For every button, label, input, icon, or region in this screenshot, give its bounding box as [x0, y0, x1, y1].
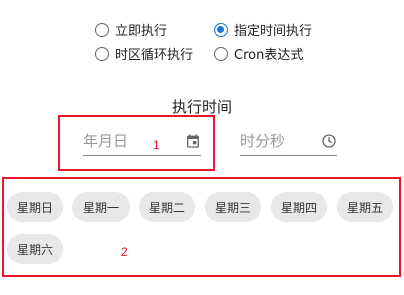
annotation-box-2 [2, 177, 401, 277]
radio-cron[interactable]: Cron表达式 [214, 44, 303, 63]
calendar-icon[interactable] [185, 133, 201, 149]
radio-immediate[interactable]: 立即执行 [95, 20, 167, 39]
radio-timezone-loop[interactable]: 时区循环执行 [95, 44, 193, 63]
time-input[interactable]: 时分秒 [240, 126, 337, 156]
radio-circle [95, 22, 109, 37]
chip-thursday[interactable]: 星期四 [271, 192, 327, 222]
annotation-label-2: 2 [121, 245, 128, 259]
chip-sunday[interactable]: 星期日 [7, 192, 63, 222]
annotation-label-1: 1 [153, 138, 160, 152]
date-placeholder: 年月日 [83, 132, 129, 150]
radio-circle [214, 22, 228, 37]
radio-label: 指定时间执行 [234, 24, 313, 39]
chip-tuesday[interactable]: 星期二 [139, 192, 195, 222]
radio-label: 时区循环执行 [115, 48, 194, 63]
execution-time-title: 执行时间 [171, 98, 232, 116]
time-placeholder: 时分秒 [240, 132, 286, 150]
radio-circle [214, 46, 228, 61]
radio-circle [95, 46, 109, 61]
clock-icon[interactable] [321, 133, 337, 149]
chip-monday[interactable]: 星期一 [72, 192, 130, 222]
chip-saturday[interactable]: 星期六 [7, 234, 63, 264]
schedule-panel: 立即执行 指定时间执行 时区循环执行 Cron表达式 执行时间 年月日 时分秒 … [0, 0, 404, 295]
chip-friday[interactable]: 星期五 [337, 192, 393, 222]
radio-scheduled[interactable]: 指定时间执行 [214, 20, 312, 39]
date-input[interactable]: 年月日 [83, 126, 201, 156]
radio-label: 立即执行 [115, 24, 168, 39]
radio-label: Cron表达式 [234, 48, 304, 63]
chip-wednesday[interactable]: 星期三 [205, 192, 261, 222]
